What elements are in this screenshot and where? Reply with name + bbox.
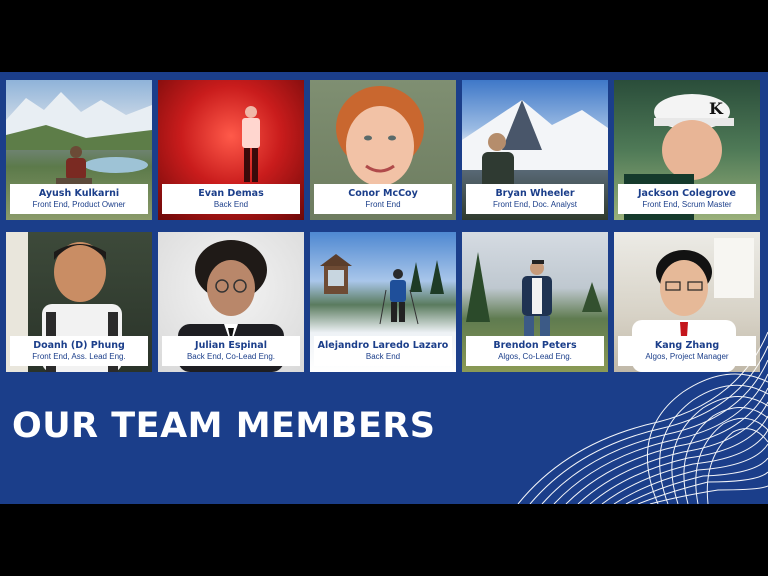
member-label: Jackson Colegrove Front End, Scrum Maste… [618, 184, 756, 214]
member-name: Julian Espinal [195, 340, 267, 351]
member-role: Back End [365, 352, 401, 361]
member-role: Back End, Co-Lead Eng. [186, 352, 276, 361]
member-label: Conor McCoy Front End [314, 184, 452, 214]
page-title: OUR TEAM MEMBERS [12, 406, 436, 446]
member-name: Conor McCoy [348, 188, 418, 199]
member-card: Conor McCoy Front End [310, 80, 456, 220]
member-card: Ayush Kulkarni Front End, Product Owner [6, 80, 152, 220]
member-label: Alejandro Laredo Lazaro Back End [314, 336, 452, 366]
member-name: Alejandro Laredo Lazaro [317, 340, 449, 351]
team-slide: Ayush Kulkarni Front End, Product Owner … [0, 72, 768, 504]
svg-text:K: K [709, 99, 724, 118]
member-name: Bryan Wheeler [495, 188, 575, 199]
member-card: Bryan Wheeler Front End, Doc. Analyst [462, 80, 608, 220]
member-name: Doanh (D) Phung [33, 340, 125, 351]
member-role: Front End, Product Owner [32, 200, 126, 209]
member-role: Front End, Doc. Analyst [492, 200, 578, 209]
member-label: Doanh (D) Phung Front End, Ass. Lead Eng… [10, 336, 148, 366]
member-card: Alejandro Laredo Lazaro Back End [310, 232, 456, 372]
member-name: Ayush Kulkarni [38, 188, 120, 199]
member-label: Ayush Kulkarni Front End, Product Owner [10, 184, 148, 214]
member-label: Bryan Wheeler Front End, Doc. Analyst [466, 184, 604, 214]
member-card: K Jackson Colegrove Front End, Scrum Mas… [614, 80, 760, 220]
decorative-swirl [517, 331, 768, 504]
member-card: Julian Espinal Back End, Co-Lead Eng. [158, 232, 304, 372]
member-role: Front End, Scrum Master [642, 200, 732, 209]
member-role: Front End [365, 200, 401, 209]
member-role: Front End, Ass. Lead Eng. [32, 352, 126, 361]
member-name: Evan Demas [198, 188, 264, 199]
member-role: Back End [213, 200, 249, 209]
member-label: Julian Espinal Back End, Co-Lead Eng. [162, 336, 300, 366]
member-card: Doanh (D) Phung Front End, Ass. Lead Eng… [6, 232, 152, 372]
member-card: Evan Demas Back End [158, 80, 304, 220]
member-label: Evan Demas Back End [162, 184, 300, 214]
member-name: Jackson Colegrove [638, 188, 736, 199]
